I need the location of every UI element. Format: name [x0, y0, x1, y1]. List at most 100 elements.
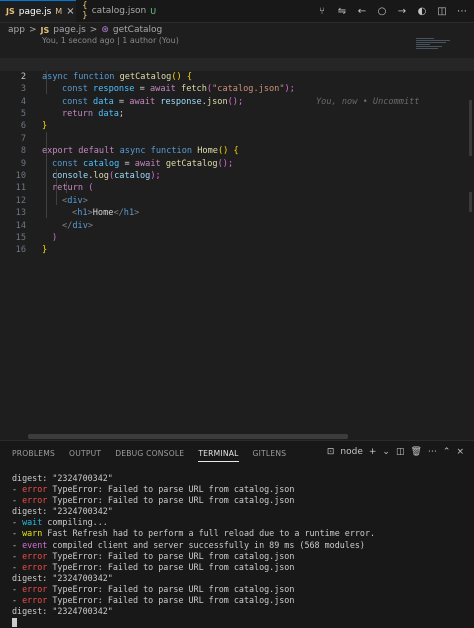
tab-output[interactable]: OUTPUT — [69, 449, 101, 462]
breadcrumb-folder[interactable]: app — [8, 25, 25, 35]
more-icon[interactable]: ⋯ — [428, 447, 437, 457]
code-line: 5 } — [0, 96, 474, 131]
code-line: 4 return data; — [0, 83, 474, 119]
editor-actions: ⑂ ⇋ ← ○ → ◐ ◫ ⋯ — [316, 0, 468, 22]
terminal-line: - wait compiling... — [12, 517, 467, 528]
log-level: error — [22, 495, 48, 506]
terminal-text: TypeError: Failed to parse URL from cata… — [47, 550, 295, 561]
terminal-icon: ⊡ — [326, 447, 335, 457]
log-level: error — [22, 561, 48, 572]
terminal-text: digest: "2324700342" — [12, 572, 113, 583]
trash-icon[interactable]: 🗑 — [410, 447, 421, 457]
code-line: 1 async function getCatalog() { — [0, 46, 474, 81]
code-line-current: 2 const response = await fetch("catalog.… — [0, 58, 474, 107]
modified-badge: M — [55, 7, 63, 16]
open-changes-icon[interactable]: → — [396, 6, 408, 17]
close-icon[interactable]: × — [66, 6, 74, 17]
close-icon[interactable]: × — [456, 447, 464, 457]
chevron-down-icon[interactable]: ⌄ — [382, 447, 390, 457]
terminal-prefix: - — [12, 550, 23, 561]
log-level: error — [22, 550, 48, 561]
breadcrumb-symbol[interactable]: getCatalog — [113, 25, 162, 35]
terminal-line: - error TypeError: Failed to parse URL f… — [12, 595, 467, 606]
terminal-prefix: - — [12, 595, 23, 606]
git-lens-icon[interactable]: ◐ — [416, 6, 428, 17]
terminal-text: compiled client and server successfully … — [47, 539, 365, 550]
terminal-line: digest: "2324700342" — [12, 473, 467, 484]
tab-debug-console[interactable]: DEBUG CONSOLE — [115, 449, 184, 462]
editor-tab-bar: JS page.js M × { } catalog.json U ⑂ ⇋ ← … — [0, 0, 474, 23]
terminal-text: TypeError: Failed to parse URL from cata… — [47, 595, 295, 606]
terminal-text: digest: "2324700342" — [12, 506, 113, 517]
code-line: 12 <h1>Home</h1> — [0, 182, 474, 218]
code-editor[interactable]: You, 1 second ago | 1 author (You) 1 asy… — [0, 36, 474, 440]
tab-terminal[interactable]: TERMINAL — [198, 449, 239, 462]
code-line: 13 </div> — [0, 195, 474, 230]
split-editor-icon[interactable]: ◫ — [436, 6, 448, 17]
tab-problems[interactable]: PROBLEMS — [12, 449, 55, 462]
code-line: 6 — [0, 108, 474, 131]
terminal-output[interactable]: digest: "2324700342" - error TypeError: F… — [12, 473, 467, 628]
js-file-icon: JS — [6, 7, 15, 16]
code-line: 14 ) — [0, 207, 474, 243]
terminal-line: - error TypeError: Failed to parse URL f… — [12, 562, 467, 573]
terminal-prefix: - — [12, 495, 23, 506]
terminal-text: compiling... — [42, 517, 108, 528]
terminal-line: - error TypeError: Failed to parse URL f… — [12, 584, 467, 595]
terminal-line: - error TypeError: Failed to parse URL f… — [12, 495, 467, 506]
terminal-prefix: - — [12, 528, 23, 539]
code-line: 11 <div> — [0, 170, 474, 205]
breadcrumb-file[interactable]: page.js — [53, 25, 86, 35]
code-line: 3 const data = await response.json(); — [0, 71, 474, 106]
horizontal-scrollbar[interactable] — [28, 434, 348, 439]
terminal-text: TypeError: Failed to parse URL from cata… — [47, 583, 295, 594]
tab-catalog-json[interactable]: { } catalog.json U — [76, 0, 158, 22]
terminal-prefix: - — [12, 484, 23, 495]
terminal-prefix: - — [12, 517, 23, 528]
terminal-line: - error TypeError: Failed to parse URL f… — [12, 484, 467, 495]
untracked-badge: U — [150, 6, 157, 16]
terminal-line: - error TypeError: Failed to parse URL f… — [12, 551, 467, 562]
add-terminal-icon[interactable]: + — [369, 447, 377, 457]
terminal-prompt[interactable] — [12, 617, 467, 628]
log-level: error — [22, 583, 48, 594]
terminal-prefix: - — [12, 583, 23, 594]
code-line: 7 export default async function Home() { — [0, 120, 474, 156]
terminal-text: TypeError: Failed to parse URL from cata… — [47, 484, 295, 495]
code-line: 15 } — [0, 220, 474, 255]
source-control-icon[interactable]: ⑂ — [316, 6, 328, 17]
js-file-icon: JS — [40, 25, 50, 35]
code-line: 9 console.log(catalog); — [0, 145, 474, 181]
line-number: 16 — [15, 245, 26, 256]
terminal-text: digest: "2324700342" — [12, 473, 113, 483]
panel-actions: ⊡ node + ⌄ ◫ 🗑 ⋯ ⌃ × — [327, 447, 464, 457]
terminal-line: - warn Fast Refresh had to perform a ful… — [12, 528, 467, 539]
shell-name[interactable]: node — [340, 447, 362, 457]
bottom-panel: PROBLEMS OUTPUT DEBUG CONSOLE TERMINAL G… — [0, 440, 474, 628]
terminal-text: TypeError: Failed to parse URL from cata… — [47, 495, 295, 506]
maximize-icon[interactable]: ⌃ — [443, 447, 451, 457]
tab-page-js[interactable]: JS page.js M × — [0, 0, 76, 22]
terminal-text: TypeError: Failed to parse URL from cata… — [47, 561, 295, 572]
code-line: 8 const catalog = await getCatalog(); — [0, 133, 474, 168]
compare-icon[interactable]: ⇋ — [336, 6, 348, 17]
terminal-prefix: - — [12, 561, 23, 572]
terminal-line: - event compiled client and server succe… — [12, 540, 467, 551]
json-file-icon: { } — [82, 1, 88, 21]
code-line: 16 — [0, 232, 474, 255]
go-forward-icon[interactable]: ○ — [376, 6, 388, 17]
code-line: 10 return ( — [0, 158, 474, 193]
go-back-icon[interactable]: ← — [356, 6, 368, 17]
split-terminal-icon[interactable]: ◫ — [396, 447, 405, 457]
log-level: error — [22, 595, 48, 606]
terminal-cursor — [12, 618, 17, 628]
more-icon[interactable]: ⋯ — [456, 6, 468, 17]
breadcrumb: app > JS page.js > ⊛ getCatalog — [8, 24, 162, 36]
tab-label: page.js — [18, 6, 52, 17]
log-level: error — [22, 484, 48, 495]
log-level: event — [22, 539, 48, 550]
log-level: warn — [22, 528, 43, 539]
tab-gitlens[interactable]: GITLENS — [253, 449, 287, 462]
terminal-line: digest: "2324700342" — [12, 573, 467, 584]
breadcrumb-separator: > — [89, 25, 98, 35]
